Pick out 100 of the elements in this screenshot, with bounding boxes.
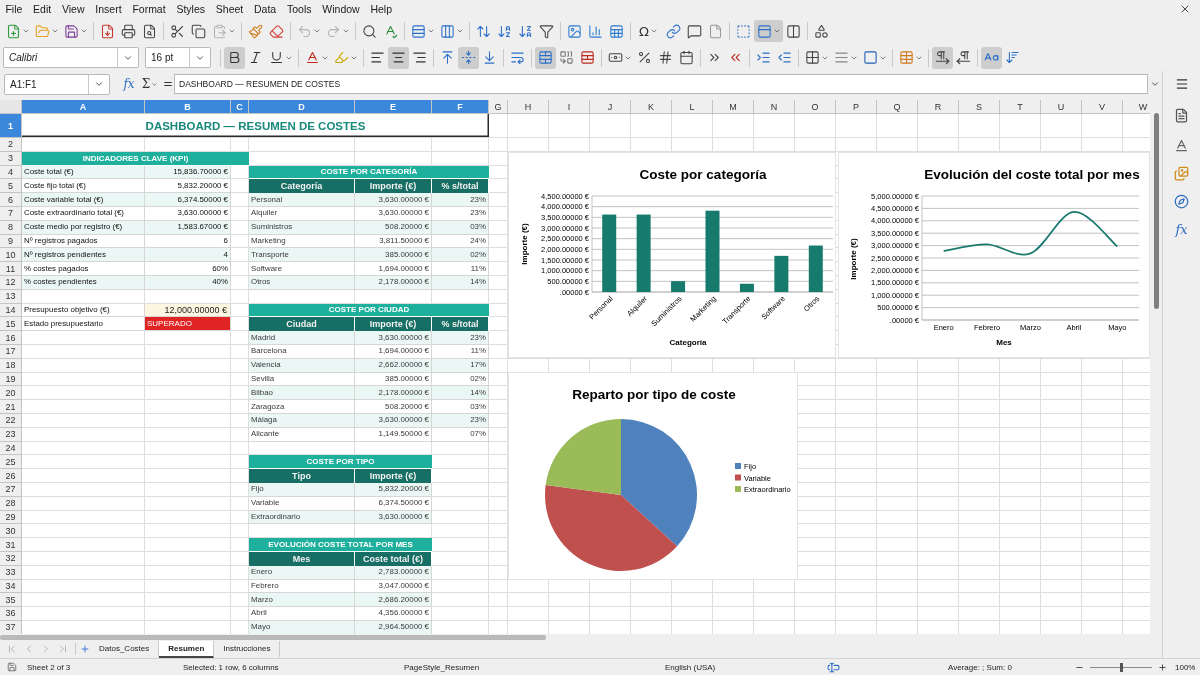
- legend-swatch-icon: [735, 486, 741, 492]
- scissors-icon: [170, 23, 185, 39]
- column-header[interactable]: K: [631, 100, 672, 114]
- arrow-down-line-icon: [482, 50, 497, 65]
- column-header[interactable]: P: [836, 100, 877, 114]
- row-header[interactable]: 25: [0, 455, 22, 470]
- row-header[interactable]: 2: [0, 138, 22, 152]
- row-header[interactable]: 35: [0, 593, 22, 608]
- scrollbar-thumb[interactable]: [0, 634, 546, 640]
- column-header[interactable]: I: [549, 100, 590, 114]
- column-header[interactable]: L: [672, 100, 713, 114]
- compass-icon[interactable]: [1174, 194, 1189, 209]
- row-header[interactable]: 10: [0, 248, 22, 263]
- menu-item[interactable]: File: [0, 1, 28, 17]
- panel-icon: [756, 23, 772, 39]
- page-style: PageStyle_Resumen: [404, 662, 480, 672]
- column-header[interactable]: U: [1041, 100, 1082, 114]
- special-character-button[interactable]: Ω: [634, 20, 663, 42]
- column-header[interactable]: G: [489, 100, 508, 114]
- bold-button[interactable]: [224, 46, 245, 69]
- menu-icon[interactable]: [1174, 77, 1189, 91]
- column-header[interactable]: E: [355, 100, 432, 114]
- scrollbar-thumb[interactable]: [1153, 113, 1159, 309]
- square-icon: [862, 50, 878, 65]
- row-header[interactable]: 6: [0, 193, 22, 207]
- column-header[interactable]: H: [508, 100, 549, 114]
- undo-icon: [296, 23, 312, 39]
- row-header[interactable]: 31: [0, 538, 22, 552]
- indent-decrease-icon: [777, 50, 792, 65]
- caret-icon: [151, 80, 159, 88]
- menu-item[interactable]: Data: [248, 1, 282, 17]
- expand-caret-icon[interactable]: [1150, 79, 1160, 89]
- align-center-icon: [391, 50, 406, 65]
- split-table-icon: [580, 50, 595, 65]
- sum-button[interactable]: Σ: [138, 74, 162, 94]
- bar-chart-icon: [588, 23, 603, 39]
- formula-input[interactable]: DASHBOARD — RESUMEN DE COSTES: [174, 74, 1148, 94]
- name-box[interactable]: A1:F1: [4, 73, 110, 95]
- align-middle-button[interactable]: [458, 46, 479, 69]
- column-header[interactable]: W: [1123, 100, 1150, 114]
- sheet-tab[interactable]: Resumen: [159, 640, 215, 658]
- row-header[interactable]: 21: [0, 400, 22, 414]
- formula-button[interactable]: =: [162, 74, 174, 94]
- row-header[interactable]: 5: [0, 179, 22, 194]
- column-header[interactable]: R: [918, 100, 959, 114]
- row-header[interactable]: 20: [0, 386, 22, 401]
- zoom-slider-thumb[interactable]: [1119, 662, 1123, 672]
- menu-item[interactable]: Edit: [27, 1, 57, 17]
- column-header[interactable]: B: [145, 100, 231, 114]
- functions-tab[interactable]: fx: [1175, 222, 1188, 238]
- row-header[interactable]: 26: [0, 469, 22, 483]
- letter-a-icon[interactable]: [1174, 138, 1189, 153]
- column-header[interactable]: F: [432, 100, 489, 114]
- document-arrow-icon: [100, 23, 115, 39]
- italic-icon: [248, 50, 263, 65]
- column-header[interactable]: J: [590, 100, 631, 114]
- sheet-tab[interactable]: Instrucciones: [214, 640, 281, 658]
- column-header[interactable]: A: [22, 100, 145, 114]
- underline-icon: [268, 50, 284, 65]
- redo-icon: [325, 23, 341, 39]
- menu-item[interactable]: Styles: [171, 1, 211, 17]
- menu-item[interactable]: Insert: [89, 1, 127, 17]
- document-icon[interactable]: [1174, 108, 1189, 123]
- menu-item[interactable]: Sheet: [210, 1, 249, 17]
- text-horizontal-button[interactable]: [981, 46, 1002, 69]
- menu-item[interactable]: Window: [316, 1, 366, 17]
- text-cursor-icon[interactable]: [827, 660, 840, 674]
- left-to-right-button[interactable]: [932, 46, 953, 69]
- menu-item[interactable]: View: [56, 1, 90, 17]
- merge-center-button[interactable]: [535, 46, 556, 69]
- font-size-field[interactable]: 16 pt: [145, 47, 211, 68]
- legend-swatch-icon: [735, 463, 741, 469]
- menu-item[interactable]: Help: [365, 1, 398, 17]
- section-title: EVOLUCIÓN COSTE TOTAL POR MES: [249, 538, 432, 552]
- row-header[interactable]: 16: [0, 331, 22, 345]
- column-header[interactable]: O: [795, 100, 836, 114]
- row-header[interactable]: 11: [0, 262, 22, 276]
- column-header[interactable]: Q: [877, 100, 918, 114]
- plus-icon[interactable]: [1158, 662, 1167, 672]
- save-icon[interactable]: [7, 662, 17, 672]
- column-header[interactable]: T: [1000, 100, 1041, 114]
- function-wizard-button[interactable]: fx: [120, 74, 138, 94]
- menu-item[interactable]: Tools: [281, 1, 317, 17]
- menu-item[interactable]: Format: [127, 1, 172, 17]
- column-header[interactable]: V: [1082, 100, 1123, 114]
- align-center-button[interactable]: [388, 46, 409, 69]
- column-header[interactable]: M: [713, 100, 754, 114]
- close-icon[interactable]: [1179, 3, 1191, 15]
- row-header[interactable]: 36: [0, 607, 22, 621]
- chart-bar: [671, 281, 686, 292]
- column-header[interactable]: N: [754, 100, 795, 114]
- merged-table-icon: [538, 50, 553, 65]
- row-header[interactable]: 1: [0, 114, 22, 138]
- row-header[interactable]: 30: [0, 524, 22, 539]
- column-header[interactable]: C: [231, 100, 249, 114]
- row-header[interactable]: 15: [0, 317, 22, 332]
- column-header[interactable]: S: [959, 100, 1000, 114]
- images-icon[interactable]: [1174, 166, 1189, 181]
- font-name-field[interactable]: Calibri: [3, 47, 139, 68]
- column-header[interactable]: D: [249, 100, 355, 114]
